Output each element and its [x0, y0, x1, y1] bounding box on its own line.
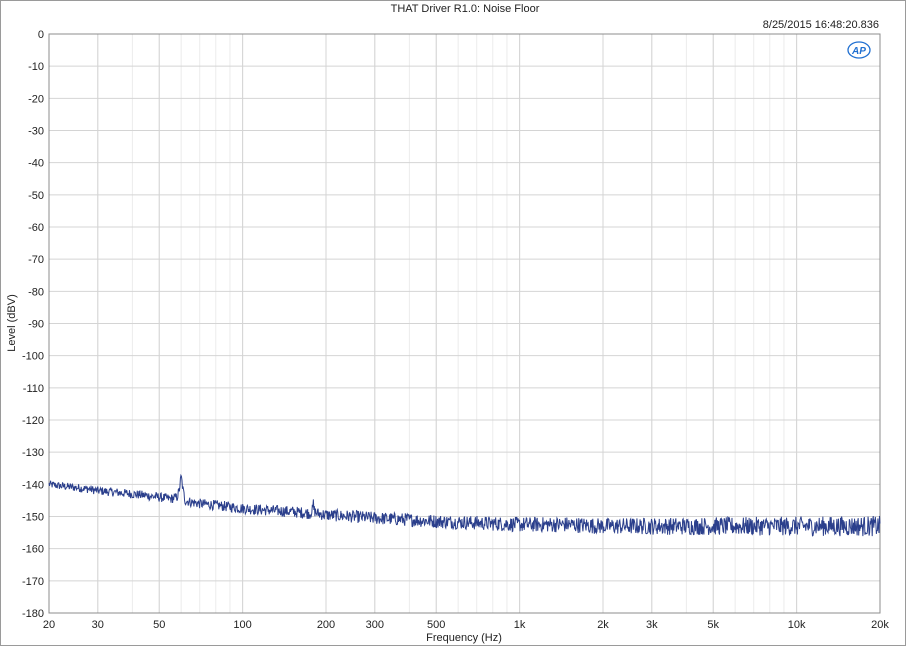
y-tick-label: -120: [22, 415, 44, 427]
x-tick-label: 500: [427, 619, 445, 631]
y-tick-label: -180: [22, 608, 44, 620]
y-tick-label: -130: [22, 447, 44, 459]
y-tick-label: -20: [28, 93, 44, 105]
y-tick-label: -40: [28, 158, 44, 170]
y-tick-label: -110: [23, 383, 44, 395]
noise-floor-chart: THAT Driver R1.0: Noise Floor 8/25/2015 …: [6, 3, 889, 644]
y-tick-label: -100: [22, 351, 44, 363]
y-tick-label: -50: [28, 190, 44, 202]
y-tick-label: -30: [28, 126, 44, 138]
y-tick-label: -80: [28, 286, 44, 298]
y-tick-label: -70: [28, 254, 44, 266]
x-tick-label: 200: [317, 619, 335, 631]
x-tick-label: 300: [366, 619, 384, 631]
x-tick-label: 100: [233, 619, 251, 631]
x-tick-label: 5k: [707, 619, 719, 631]
y-tick-label: -60: [28, 222, 44, 234]
x-tick-label: 1k: [514, 619, 526, 631]
y-tick-label: -170: [22, 576, 44, 588]
y-tick-label: -10: [28, 61, 44, 73]
chart-frame: THAT Driver R1.0: Noise Floor 8/25/2015 …: [0, 0, 906, 646]
ap-logo-text: AP: [851, 46, 866, 57]
x-tick-label: 2k: [597, 619, 609, 631]
x-axis-ticks: 20 30 50 100 200 300 500 1k 2k 3k 5k 10k 20k: [43, 619, 889, 631]
y-tick-label: 0: [38, 29, 44, 41]
x-tick-label: 10k: [788, 619, 806, 631]
x-tick-label: 20: [43, 619, 55, 631]
x-tick-label: 50: [153, 619, 165, 631]
y-tick-label: -140: [22, 479, 44, 491]
y-tick-label: -160: [22, 544, 44, 556]
y-axis-ticks: 0 -10 -20 -30 -40 -50 -60 -70 -80 -90 -100 -110 -120…: [22, 29, 44, 620]
x-tick-label: 20k: [871, 619, 889, 631]
x-tick-label: 3k: [646, 619, 658, 631]
major-grid: [48, 33, 881, 614]
y-axis-label: Level (dBV): [6, 294, 18, 351]
x-tick-label: 30: [92, 619, 104, 631]
chart-title: THAT Driver R1.0: Noise Floor: [391, 3, 540, 15]
y-tick-label: -150: [22, 512, 44, 524]
timestamp: 8/25/2015 16:48:20.836: [763, 19, 879, 31]
y-tick-label: -90: [28, 319, 44, 331]
x-axis-label: Frequency (Hz): [426, 632, 502, 644]
ap-logo: AP: [847, 41, 871, 59]
